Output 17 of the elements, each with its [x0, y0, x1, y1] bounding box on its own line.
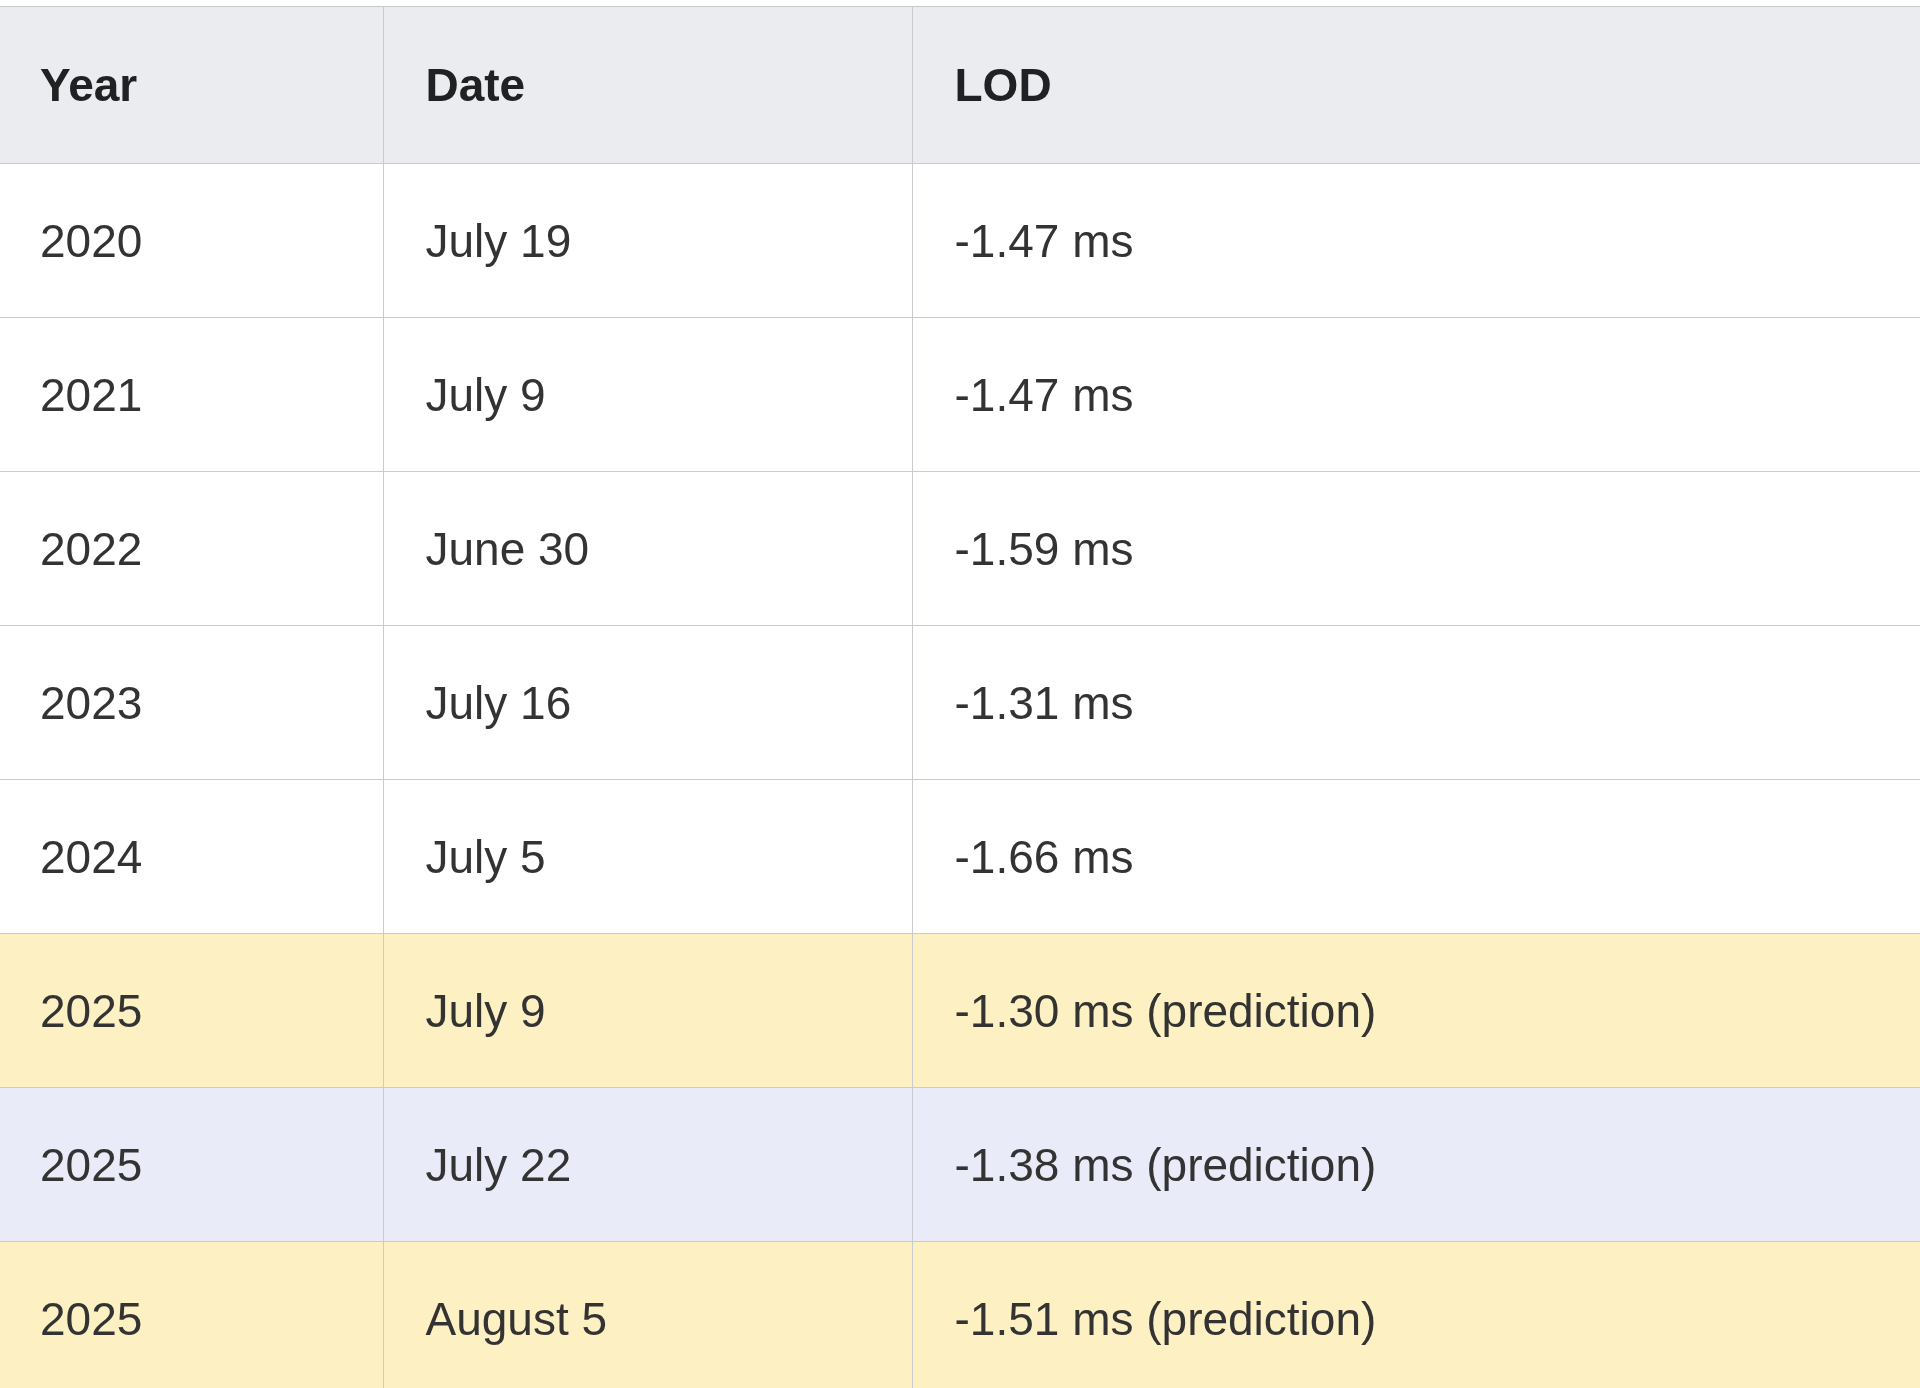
table-cell: 2025	[0, 933, 383, 1088]
table-cell: July 16	[383, 625, 912, 780]
table-cell: 2022	[0, 471, 383, 626]
table-cell: July 22	[383, 1087, 912, 1242]
table-cell: 2020	[0, 163, 383, 318]
column-header: Date	[383, 6, 912, 164]
column-header: LOD	[912, 6, 1920, 164]
column-header: Year	[0, 6, 383, 164]
table-cell: 2025	[0, 1087, 383, 1242]
table-cell: 2021	[0, 317, 383, 472]
table-cell: 2023	[0, 625, 383, 780]
table-cell: 2024	[0, 779, 383, 934]
table-cell: July 9	[383, 933, 912, 1088]
table-cell: July 5	[383, 779, 912, 934]
table-cell: July 9	[383, 317, 912, 472]
table-cell: June 30	[383, 471, 912, 626]
table-cell: July 19	[383, 163, 912, 318]
